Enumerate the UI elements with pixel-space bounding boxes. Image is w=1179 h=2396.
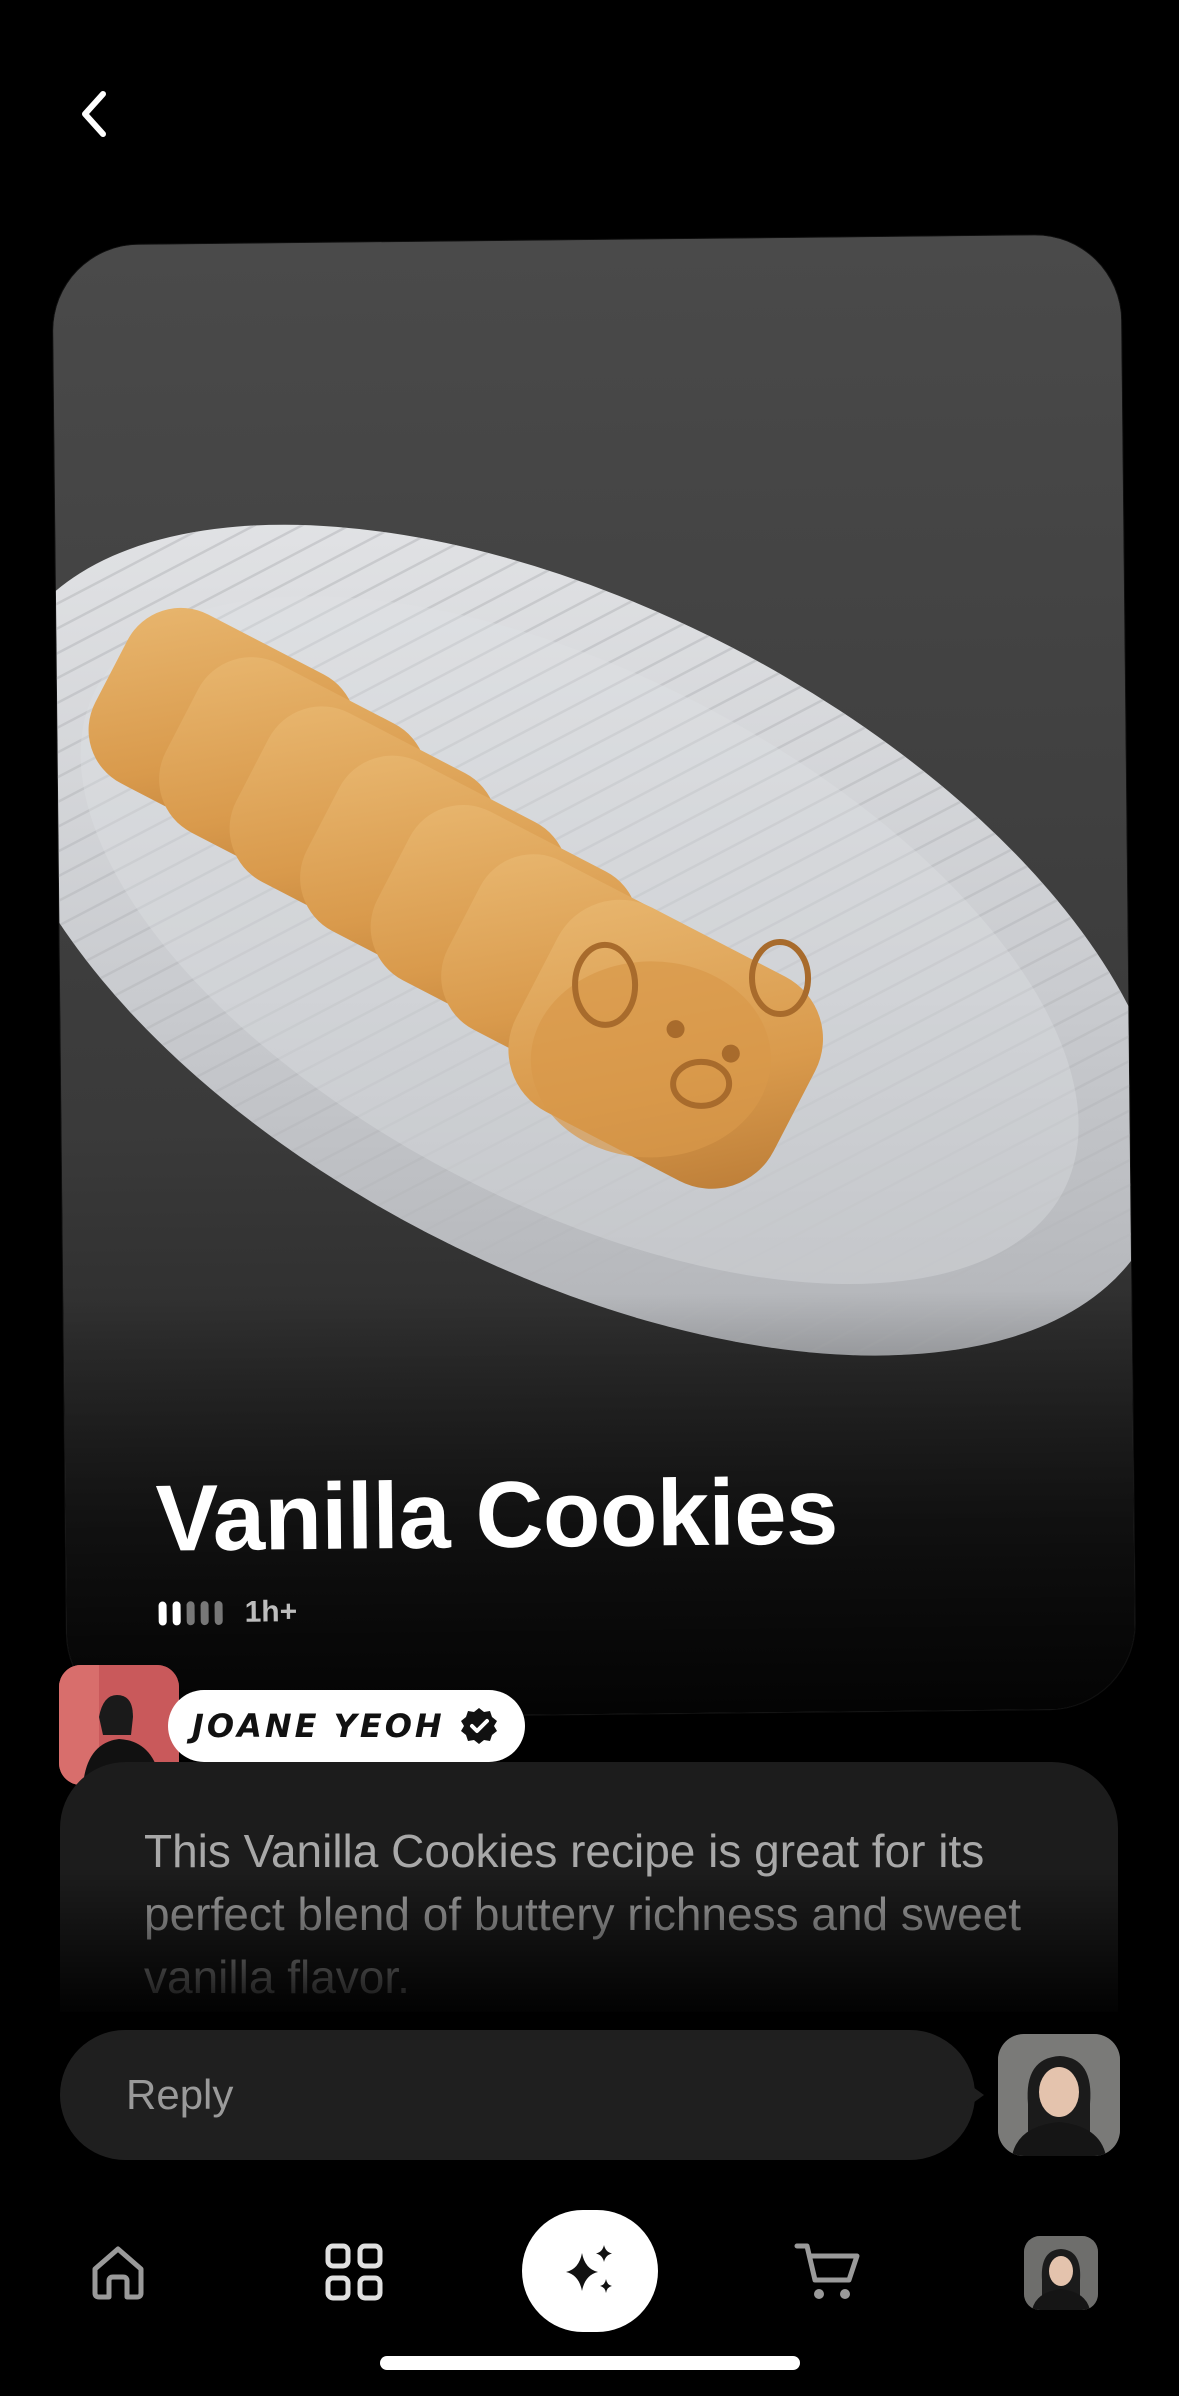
nav-browse[interactable] xyxy=(318,2236,390,2308)
recipe-meta: 1h+ xyxy=(158,1595,297,1630)
reply-bubble-tail xyxy=(966,2082,984,2108)
nav-cart[interactable] xyxy=(790,2236,866,2308)
cook-time: 1h+ xyxy=(244,1595,298,1629)
difficulty-bar xyxy=(158,1601,167,1626)
current-user-photo xyxy=(998,2034,1120,2156)
current-user-avatar[interactable] xyxy=(998,2034,1120,2156)
nav-ai-assistant[interactable] xyxy=(522,2210,658,2332)
author-badge[interactable]: JOANE YEOH xyxy=(168,1690,525,1762)
grid-icon xyxy=(325,2243,383,2301)
author-name: JOANE YEOH xyxy=(192,1707,445,1745)
difficulty-bar xyxy=(172,1601,181,1626)
sparkles-icon xyxy=(566,2245,612,2293)
recipe-detail-screen: Vanilla Cookies 1h+ JOANE YEOH This Vani… xyxy=(0,0,1179,2396)
difficulty-indicator xyxy=(158,1600,223,1626)
difficulty-bar xyxy=(214,1600,223,1626)
nav-profile[interactable] xyxy=(1024,2236,1098,2310)
recipe-card[interactable]: Vanilla Cookies 1h+ xyxy=(52,234,1136,1720)
recipe-title: Vanilla Cookies xyxy=(155,1458,839,1571)
difficulty-bar xyxy=(186,1601,195,1626)
difficulty-bar xyxy=(200,1601,209,1626)
home-indicator[interactable] xyxy=(380,2356,800,2370)
reply-input[interactable] xyxy=(60,2030,975,2160)
chevron-left-icon xyxy=(82,91,106,137)
description-fade xyxy=(60,1872,1118,2012)
cart-icon xyxy=(794,2243,860,2299)
description-panel: This Vanilla Cookies recipe is great for… xyxy=(60,1762,1118,2012)
profile-avatar xyxy=(1024,2236,1098,2310)
nav-home[interactable] xyxy=(82,2236,154,2308)
verified-badge-icon xyxy=(460,1708,497,1744)
back-button[interactable] xyxy=(62,82,126,146)
home-icon xyxy=(92,2246,144,2300)
